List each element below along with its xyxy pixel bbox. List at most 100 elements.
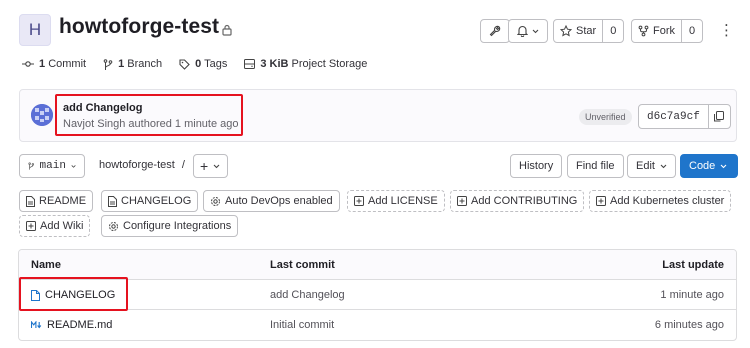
edit-label: Edit (636, 160, 655, 172)
find-file-label: Find file (576, 160, 615, 172)
tags-count: 0 (195, 58, 202, 70)
plus-square-icon (596, 196, 606, 206)
project-stats: 1 Commit 1 Branch 0 Tags 3 KiB Project S… (22, 58, 367, 70)
storage-label: Project Storage (291, 58, 368, 70)
star-button[interactable]: Star 0 (553, 19, 625, 43)
branch-icon (28, 162, 35, 170)
branches-label: Branch (127, 58, 163, 70)
commit-sha-group: d6c7a9cf (638, 104, 731, 129)
copy-icon (714, 111, 725, 122)
file-icon (108, 195, 117, 207)
commits-label: Commit (48, 58, 87, 70)
readme-button[interactable]: README (19, 190, 94, 212)
identicon (31, 104, 53, 126)
commit-icon (22, 61, 34, 67)
copy-sha-button[interactable] (707, 105, 730, 128)
branches-stat[interactable]: 1 Branch (103, 58, 162, 70)
breadcrumb: howtoforge-test / (99, 159, 185, 171)
file-last-update: 6 minutes ago (654, 319, 724, 331)
notifications-button[interactable] (508, 19, 548, 43)
find-file-button[interactable]: Find file (567, 154, 624, 178)
storage-size: 3 KiB (260, 58, 289, 70)
configure-integrations-button[interactable]: Configure Integrations (101, 215, 239, 237)
auto-devops-button[interactable]: Auto DevOps enabled (203, 190, 340, 212)
configure-integrations-label: Configure Integrations (123, 220, 232, 232)
star-count[interactable]: 0 (602, 20, 623, 42)
star-action[interactable]: Star (554, 20, 602, 42)
wrench-icon (489, 25, 501, 37)
project-avatar[interactable]: H (19, 14, 51, 46)
fork-action[interactable]: Fork (632, 20, 681, 42)
chevron-down-icon (213, 164, 220, 168)
file-last-update: 1 minute ago (660, 289, 724, 301)
auto-devops-label: Auto DevOps enabled (225, 195, 333, 207)
branch-icon (103, 58, 113, 70)
readme-label: README (39, 195, 87, 207)
add-kubernetes-button[interactable]: Add Kubernetes cluster (589, 190, 732, 212)
gear-icon (211, 196, 220, 206)
branch-selector[interactable]: main (19, 154, 85, 178)
plus-square-icon (354, 196, 364, 206)
last-commit-column-header: Last commit (270, 259, 335, 271)
table-row[interactable]: README.md Initial commit 6 minutes ago (19, 310, 736, 340)
star-label: Star (576, 25, 597, 37)
branch-name: main (39, 160, 66, 172)
storage-icon (244, 59, 256, 69)
changelog-label: CHANGELOG (121, 195, 192, 207)
changelog-button[interactable]: CHANGELOG (101, 190, 199, 212)
chevron-down-icon (71, 164, 76, 168)
add-license-label: Add LICENSE (368, 195, 438, 207)
chevron-down-icon (532, 29, 539, 33)
table-header-row: Name Last commit Last update (19, 250, 736, 280)
project-header: H howtoforge-test Star 0 Fork 0 ⋮ (19, 14, 739, 48)
branches-count: 1 (118, 58, 125, 70)
commit-sha[interactable]: d6c7a9cf (639, 105, 708, 128)
breadcrumb-root[interactable]: howtoforge-test (99, 159, 175, 171)
edit-dropdown[interactable]: Edit (627, 154, 676, 178)
code-dropdown[interactable]: Code (680, 154, 738, 178)
file-icon (26, 195, 35, 207)
chevron-down-icon (720, 164, 727, 168)
file-last-commit[interactable]: add Changelog (270, 289, 345, 301)
file-name-cell[interactable]: README.md (31, 319, 112, 331)
add-file-dropdown[interactable]: + (193, 154, 228, 178)
repo-toolbar: main howtoforge-test / + History Find fi… (19, 154, 739, 178)
history-button[interactable]: History (510, 154, 563, 178)
signature-badge[interactable]: Unverified (579, 109, 632, 125)
markdown-icon (31, 321, 42, 329)
star-icon (560, 25, 572, 37)
fork-button[interactable]: Fork 0 (631, 19, 704, 43)
tags-label: Tags (204, 58, 228, 70)
gear-icon (109, 221, 118, 231)
fork-count[interactable]: 0 (681, 20, 702, 42)
add-wiki-button[interactable]: Add Wiki (19, 215, 91, 237)
storage-stat[interactable]: 3 KiB Project Storage (244, 58, 367, 70)
add-contributing-label: Add CONTRIBUTING (471, 195, 578, 207)
plus-square-icon (26, 221, 36, 231)
highlight-box-changelog (19, 277, 128, 311)
bell-icon (517, 25, 528, 37)
more-actions-icon[interactable]: ⋮ (719, 23, 734, 38)
add-wiki-label: Add Wiki (40, 220, 84, 232)
fork-label: Fork (653, 25, 675, 37)
last-update-column-header: Last update (662, 259, 724, 271)
author-avatar[interactable] (31, 104, 53, 126)
plus-square-icon (457, 196, 467, 206)
add-license-button[interactable]: Add LICENSE (347, 190, 445, 212)
breadcrumb-separator: / (181, 159, 185, 171)
history-label: History (519, 160, 554, 172)
tags-stat[interactable]: 0 Tags (179, 58, 227, 70)
code-label: Code (689, 160, 716, 172)
file-last-commit[interactable]: Initial commit (270, 319, 334, 331)
settings-wrench-button[interactable] (480, 19, 510, 43)
commits-stat[interactable]: 1 Commit (22, 58, 86, 70)
lock-icon (222, 24, 232, 36)
file-name[interactable]: README.md (47, 319, 112, 331)
chevron-down-icon (660, 164, 667, 168)
highlight-box-commit (55, 94, 243, 136)
add-kubernetes-label: Add Kubernetes cluster (610, 195, 725, 207)
tag-icon (179, 58, 190, 70)
add-contributing-button[interactable]: Add CONTRIBUTING (450, 190, 585, 212)
name-column-header: Name (31, 259, 61, 271)
project-title[interactable]: howtoforge-test (59, 15, 219, 39)
